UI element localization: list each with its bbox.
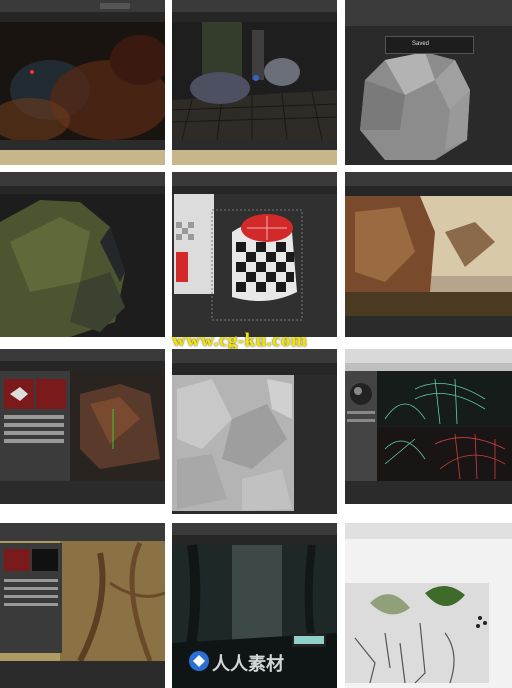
tile-r1c1 xyxy=(0,0,165,165)
tile-r4c1 xyxy=(0,523,165,688)
tile-r1c3 xyxy=(345,0,512,165)
notification-text: Saved xyxy=(412,41,430,47)
notification-popup: Saved xyxy=(385,36,474,54)
tile-r3c2 xyxy=(172,349,337,514)
watermark-logo-icon xyxy=(189,651,209,671)
tile-r4c3 xyxy=(345,523,512,688)
tile-r1c2 xyxy=(172,0,337,165)
tile-r3c3 xyxy=(345,349,512,504)
tile-r3c1 xyxy=(0,349,165,504)
tile-r2c3 xyxy=(345,172,512,337)
tile-r2c1 xyxy=(0,172,165,337)
watermark-brand: 人人素材 xyxy=(212,654,284,675)
tile-r2c2 xyxy=(172,172,337,337)
